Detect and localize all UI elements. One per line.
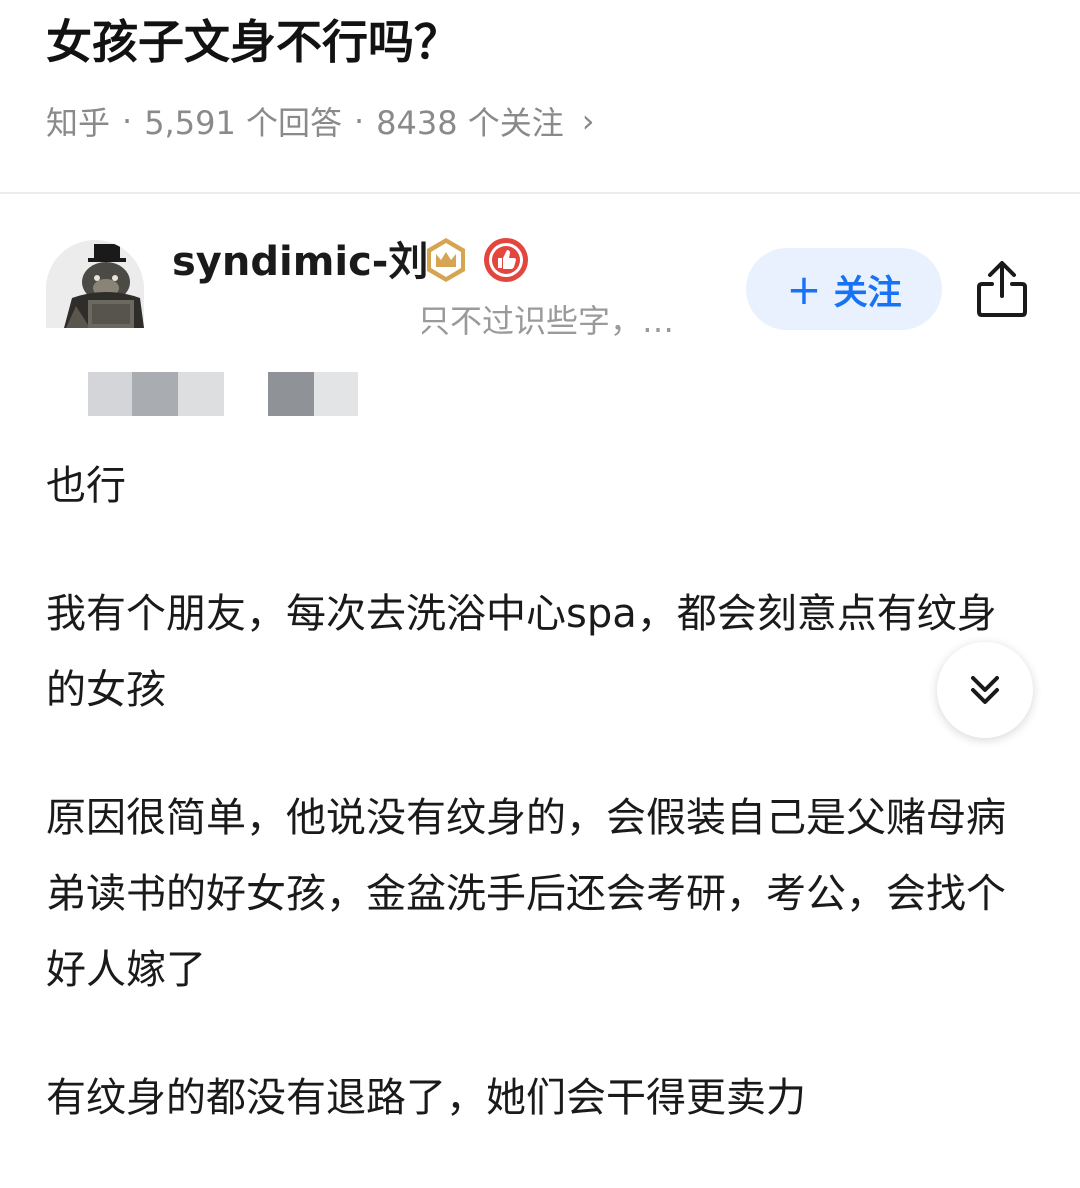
avatar[interactable]	[46, 240, 144, 328]
header-divider	[0, 192, 1080, 194]
scroll-down-button[interactable]	[937, 642, 1033, 738]
share-icon[interactable]	[972, 258, 1032, 320]
question-meta[interactable]: 知乎 · 5,591 个回答 · 8438 个关注 ›	[46, 96, 595, 146]
answer-paragraph: 有纹身的都没有退路了，她们会干得更卖力	[46, 1075, 806, 1121]
answer-paragraph: 也行	[46, 463, 126, 509]
plus-icon: +	[786, 264, 822, 314]
author-bio-text: 只不过识些字，…	[418, 302, 675, 340]
chevron-right-icon[interactable]: ›	[582, 102, 595, 140]
like-badge-icon[interactable]	[482, 236, 530, 284]
crown-badge-icon[interactable]	[422, 236, 470, 284]
pixelated-content	[88, 372, 388, 418]
bio-overlay	[172, 296, 422, 342]
answer-count: 5,591 个回答	[144, 104, 342, 142]
follow-button[interactable]: + 关注	[746, 248, 942, 330]
follower-count: 8438 个关注	[376, 104, 564, 142]
answer-content: 也行 我有个朋友，每次去洗浴中心spa，都会刻意点有纹身的女孩 原因很简单，他说…	[46, 448, 1026, 1188]
source-label: 知乎	[46, 104, 111, 142]
follow-label: 关注	[833, 272, 902, 313]
double-chevron-down-icon	[971, 676, 999, 704]
question-title[interactable]: 女孩子文身不行吗？	[46, 10, 460, 74]
meta-separator: ·	[122, 102, 133, 140]
answer-paragraph: 我有个朋友，每次去洗浴中心spa，都会刻意点有纹身的女孩	[46, 591, 997, 713]
author-name[interactable]: syndimic-刘	[172, 234, 428, 290]
meta-separator: ·	[353, 102, 365, 140]
answer-paragraph: 原因很简单，他说没有纹身的，会假装自己是父赌母病弟读书的好女孩，金盆洗手后还会考…	[46, 795, 1006, 993]
